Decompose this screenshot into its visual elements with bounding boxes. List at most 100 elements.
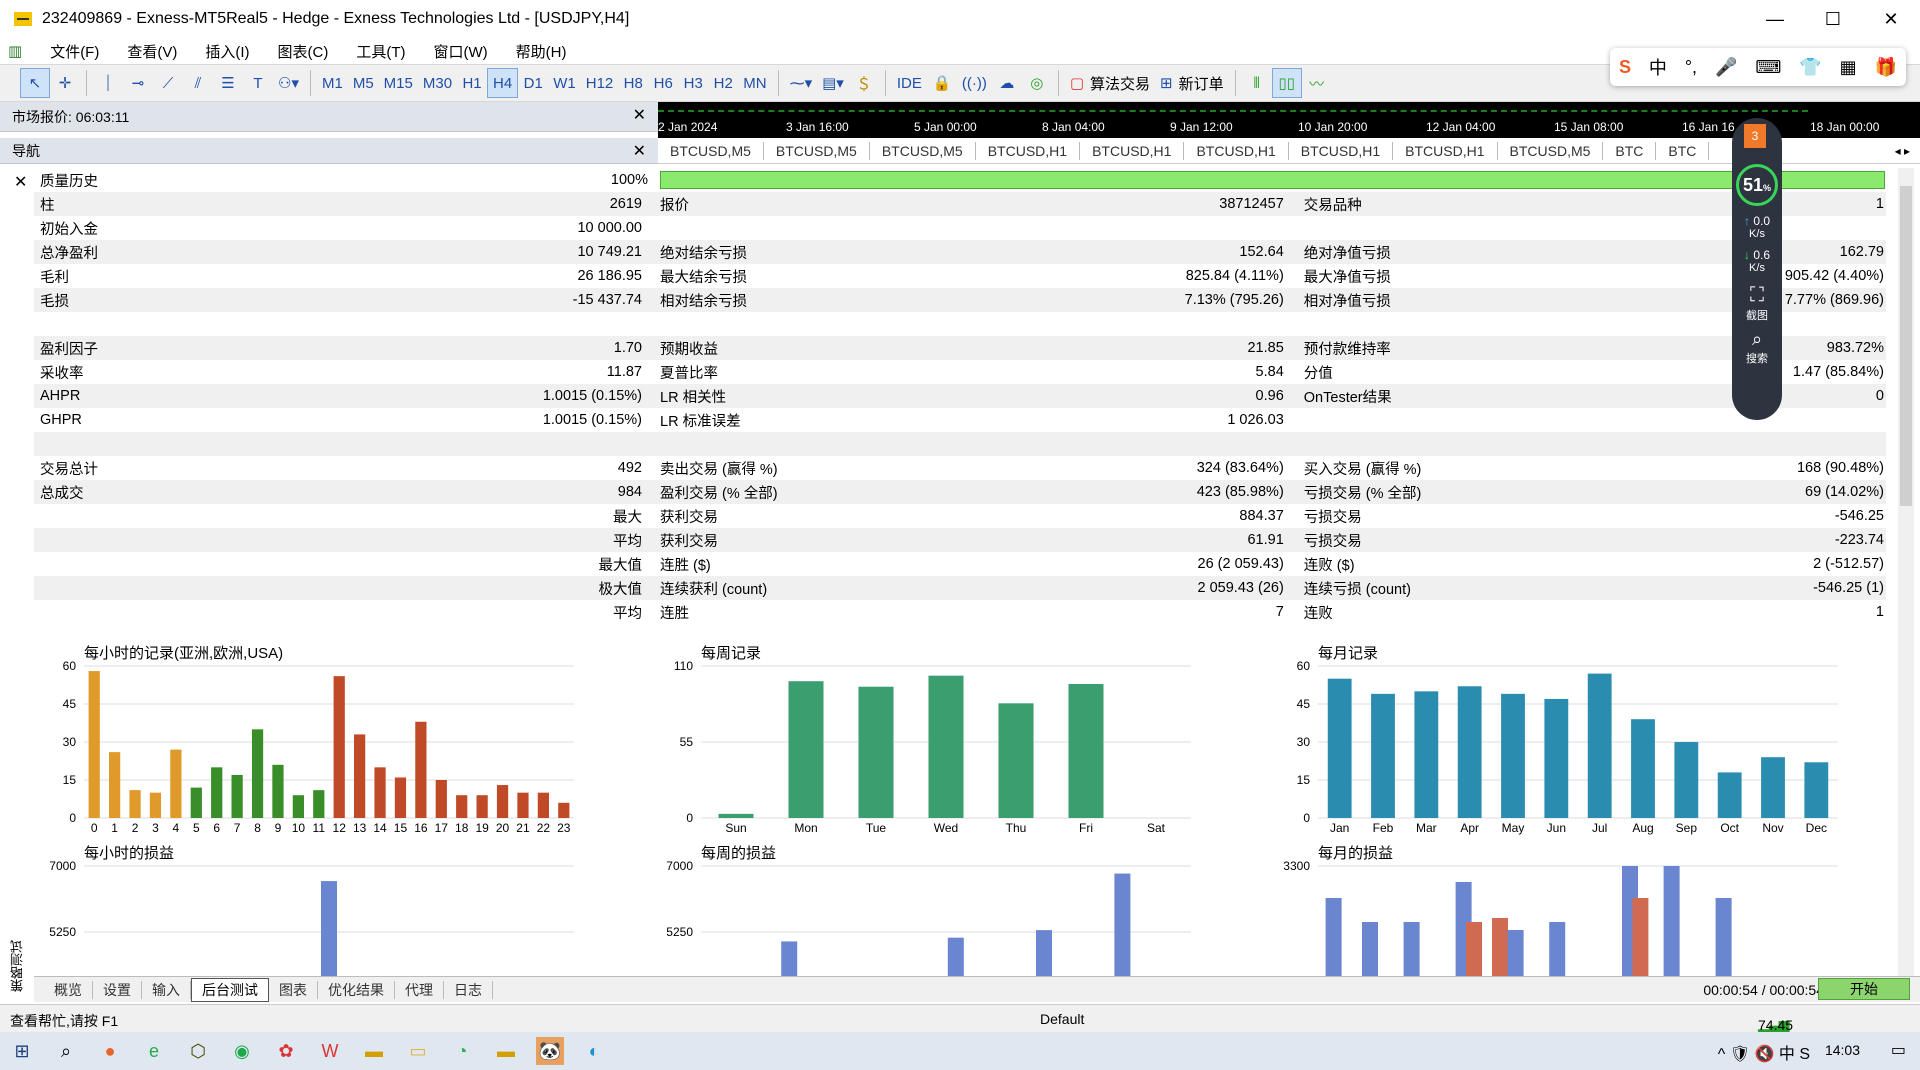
vertical-line-icon[interactable]: ⏐	[93, 68, 123, 98]
algo-trading-button[interactable]: ▢ 算法交易	[1065, 68, 1155, 98]
tab-optimization-results[interactable]: 优化结果	[318, 980, 395, 999]
chart-tab[interactable]: BTCUSD,H1	[1393, 141, 1498, 160]
tab-inputs[interactable]: 输入	[142, 980, 191, 999]
new-order-button[interactable]: ⊞ 新订单	[1155, 68, 1229, 98]
screenshot-icon[interactable]: ⛶	[1732, 284, 1782, 307]
dollar-icon[interactable]: ＄	[849, 68, 879, 98]
ide-button[interactable]: IDE	[892, 68, 927, 98]
tab-agents[interactable]: 代理	[395, 980, 444, 999]
firefox-icon[interactable]: ●	[96, 1037, 124, 1065]
tf-m15[interactable]: M15	[379, 68, 418, 98]
panda-icon[interactable]: 🐼	[536, 1037, 564, 1065]
menu-charts[interactable]: 图表(C)	[264, 41, 343, 62]
ime-chinese-toggle[interactable]: 中	[1649, 54, 1667, 80]
fibonacci-icon[interactable]: ☰	[213, 68, 243, 98]
signal-icon[interactable]: ((·))	[957, 68, 992, 98]
tf-m5[interactable]: M5	[348, 68, 379, 98]
red-app-icon[interactable]: ✿	[272, 1037, 300, 1065]
notification-icon[interactable]: ▭	[1891, 1040, 1906, 1060]
report-row: GHPR 1.0015 (0.15%) LR 标准误差 1 026.03	[34, 408, 1886, 432]
tab-settings[interactable]: 设置	[93, 980, 142, 999]
tester-close-icon[interactable]: ✕	[14, 172, 27, 192]
tf-h12[interactable]: H12	[581, 68, 619, 98]
navigator-close-icon[interactable]: ✕	[633, 141, 646, 161]
skin-icon[interactable]: 👕	[1799, 57, 1821, 78]
chart-tab[interactable]: BTCUSD,H1	[1184, 141, 1289, 160]
chart-type-icon[interactable]: ▤▾	[817, 68, 849, 98]
tf-m30[interactable]: M30	[418, 68, 457, 98]
mt5-taskbar-icon-2[interactable]: ▬	[492, 1037, 520, 1065]
tab-overview[interactable]: 概览	[44, 980, 93, 999]
chart-tab[interactable]: BTCUSD,H1	[1289, 141, 1394, 160]
explorer-icon[interactable]: ▭	[404, 1037, 432, 1065]
tab-backtest[interactable]: 后台测试	[191, 977, 269, 1002]
crosshair-icon[interactable]: ✛	[50, 68, 80, 98]
ie-icon[interactable]: e	[140, 1037, 168, 1065]
minimize-button[interactable]: —	[1746, 0, 1804, 38]
tf-d1[interactable]: D1	[518, 68, 548, 98]
tf-mn[interactable]: MN	[738, 68, 771, 98]
menu-help[interactable]: 帮助(H)	[502, 41, 581, 62]
chart-tab[interactable]: BTCUSD,M5	[658, 141, 764, 160]
edge-icon[interactable]: ◐	[580, 1037, 608, 1065]
trendline-icon[interactable]: ⟋	[153, 68, 183, 98]
menu-tools[interactable]: 工具(T)	[342, 41, 419, 62]
bar-chart-icon[interactable]: ⫴	[1242, 68, 1272, 98]
candlestick-icon[interactable]: ▯▯	[1271, 68, 1302, 98]
tf-h4[interactable]: H4	[487, 68, 519, 98]
chart-tab[interactable]: BTC	[1603, 141, 1657, 160]
toolbox-icon[interactable]: ▦	[1840, 57, 1857, 78]
tab-graph[interactable]: 图表	[269, 980, 318, 999]
tab-journal[interactable]: 日志	[444, 980, 493, 999]
maximize-button[interactable]: ☐	[1804, 0, 1862, 38]
search-taskbar-icon[interactable]: ⌕	[52, 1037, 80, 1065]
tf-h1[interactable]: H1	[457, 68, 487, 98]
wechat-icon[interactable]: ◔	[448, 1037, 476, 1065]
tf-h3[interactable]: H3	[678, 68, 708, 98]
menu-view[interactable]: 查看(V)	[113, 41, 191, 62]
app-icon[interactable]: ⬡	[184, 1037, 212, 1065]
chart-tab[interactable]: BTCUSD,M5	[870, 141, 976, 160]
cloud-icon[interactable]: ☁	[992, 68, 1022, 98]
tabs-scroll-arrows[interactable]: ◂ ▸	[1895, 144, 1910, 158]
chart-tab[interactable]: BTCUSD,H1	[976, 141, 1081, 160]
start-button[interactable]: 开始	[1818, 978, 1910, 1000]
menu-icon[interactable]: ▥	[0, 42, 36, 60]
chart-tab[interactable]: BTCUSD,M5	[764, 141, 870, 160]
sogou-icon[interactable]: S	[1619, 57, 1631, 78]
cursor-icon[interactable]: ↖	[20, 68, 50, 98]
green-app-icon[interactable]: ◉	[228, 1037, 256, 1065]
text-icon[interactable]: T	[243, 68, 273, 98]
chart-tab[interactable]: BTCUSD,H1	[1080, 141, 1185, 160]
report-scrollbar[interactable]	[1898, 168, 1914, 976]
indicator-icon[interactable]: ⁓▾	[785, 68, 818, 98]
search-icon[interactable]: ⌕	[1732, 329, 1782, 350]
chart-tab[interactable]: BTC	[1656, 141, 1710, 160]
tray-icons[interactable]: ^ 🛡 🔇 中 S	[1718, 1040, 1810, 1064]
shapes-icon[interactable]: ⚇▾	[273, 68, 304, 98]
tf-w1[interactable]: W1	[548, 68, 581, 98]
chart-tab[interactable]: BTCUSD,M5	[1498, 141, 1604, 160]
ime-punct-toggle[interactable]: °,	[1685, 57, 1697, 78]
tf-m1[interactable]: M1	[317, 68, 348, 98]
close-button[interactable]: ✕	[1862, 0, 1920, 38]
tf-h2[interactable]: H2	[708, 68, 738, 98]
gift-icon[interactable]: 🎁	[1875, 57, 1897, 78]
channel-icon[interactable]: ⫽	[183, 68, 213, 98]
mt5-taskbar-icon[interactable]: ▬	[360, 1037, 388, 1065]
windows-start-icon[interactable]: ⊞	[8, 1037, 36, 1065]
tf-h8[interactable]: H8	[618, 68, 648, 98]
vps-icon[interactable]: ◎	[1022, 68, 1052, 98]
menu-window[interactable]: 窗口(W)	[420, 41, 502, 62]
microphone-icon[interactable]: 🎤	[1715, 57, 1737, 78]
network-speed-widget[interactable]: 51% ↑ 0.0 K/s ↓ 0.6 K/s ⛶ 截图 ⌕ 搜索	[1732, 118, 1782, 420]
lock-icon[interactable]: 🔒	[927, 68, 957, 98]
market-watch-close-icon[interactable]: ✕	[633, 105, 646, 125]
wps-icon[interactable]: W	[316, 1037, 344, 1065]
tf-h6[interactable]: H6	[648, 68, 678, 98]
keyboard-icon[interactable]: ⌨	[1755, 57, 1781, 78]
horizontal-line-icon[interactable]: ⊸	[123, 68, 153, 98]
line-chart-icon[interactable]: 〰	[1302, 68, 1332, 98]
menu-file[interactable]: 文件(F)	[36, 41, 113, 62]
menu-insert[interactable]: 插入(I)	[191, 41, 263, 62]
